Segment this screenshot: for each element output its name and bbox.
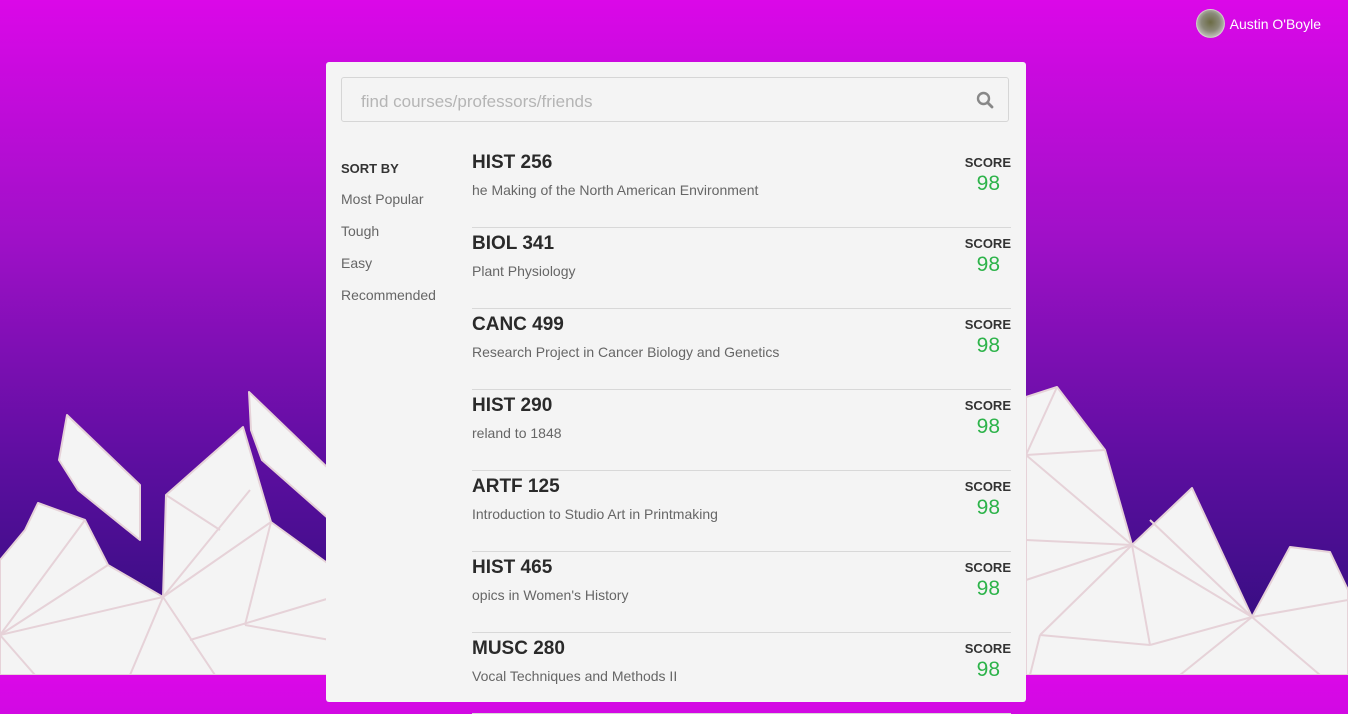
score-value: 98 <box>976 253 1000 276</box>
course-name: Vocal Techniques and Methods II <box>472 668 678 684</box>
course-row[interactable]: HIST 256 he Making of the North American… <box>472 147 1011 228</box>
score-label: SCORE <box>964 479 1011 494</box>
score-label: SCORE <box>964 317 1011 332</box>
course-row[interactable]: HIST 465 opics in Women's History SCORE … <box>472 552 1011 633</box>
search-bar <box>341 77 1009 125</box>
course-row[interactable]: ARTF 125 Introduction to Studio Art in P… <box>472 471 1011 552</box>
score-label: SCORE <box>964 641 1011 656</box>
score-label: SCORE <box>964 236 1011 251</box>
sort-option-recommended[interactable]: Recommended <box>341 286 436 304</box>
sort-title: SORT BY <box>341 161 399 176</box>
course-name: Plant Physiology <box>472 263 576 279</box>
user-menu[interactable]: Austin O'Boyle <box>1195 9 1321 38</box>
course-code[interactable]: CANC 499 <box>472 314 564 336</box>
score-value: 98 <box>976 577 1000 600</box>
course-code[interactable]: ARTF 125 <box>472 476 560 498</box>
sort-menu: SORT BY Most Popular Tough Easy Recommen… <box>341 161 436 318</box>
avatar[interactable] <box>1195 9 1225 38</box>
course-name: Introduction to Studio Art in Printmakin… <box>472 506 718 522</box>
course-code[interactable]: MUSC 280 <box>472 638 565 660</box>
score-label: SCORE <box>964 560 1011 575</box>
course-list: HIST 256 he Making of the North American… <box>472 147 1011 714</box>
score-value: 98 <box>976 334 1000 357</box>
score-label: SCORE <box>964 155 1011 170</box>
sort-option-most-popular[interactable]: Most Popular <box>341 190 436 208</box>
course-name: Research Project in Cancer Biology and G… <box>472 344 780 360</box>
score-value: 98 <box>976 172 1000 195</box>
course-code[interactable]: HIST 465 <box>472 557 552 579</box>
course-code[interactable]: HIST 256 <box>472 152 552 174</box>
course-name: opics in Women's History <box>472 587 629 603</box>
sort-option-tough[interactable]: Tough <box>341 222 436 240</box>
score-label: SCORE <box>964 398 1011 413</box>
score-value: 98 <box>976 415 1000 438</box>
course-code[interactable]: HIST 290 <box>472 395 552 417</box>
course-row[interactable]: MUSC 280 Vocal Techniques and Methods II… <box>472 633 1011 714</box>
course-row[interactable]: HIST 290 reland to 1848 SCORE 98 <box>472 390 1011 471</box>
course-name: he Making of the North American Environm… <box>472 182 759 198</box>
sort-option-easy[interactable]: Easy <box>341 254 436 272</box>
course-row[interactable]: BIOL 341 Plant Physiology SCORE 98 <box>472 228 1011 309</box>
user-name[interactable]: Austin O'Boyle <box>1230 16 1321 32</box>
search-input[interactable] <box>359 78 963 125</box>
score-value: 98 <box>976 658 1000 681</box>
main-panel: SORT BY Most Popular Tough Easy Recommen… <box>326 62 1026 714</box>
course-code[interactable]: BIOL 341 <box>472 233 554 255</box>
search-icon[interactable] <box>976 91 994 114</box>
score-value: 98 <box>976 496 1000 519</box>
course-name: reland to 1848 <box>472 425 562 441</box>
course-row[interactable]: CANC 499 Research Project in Cancer Biol… <box>472 309 1011 390</box>
